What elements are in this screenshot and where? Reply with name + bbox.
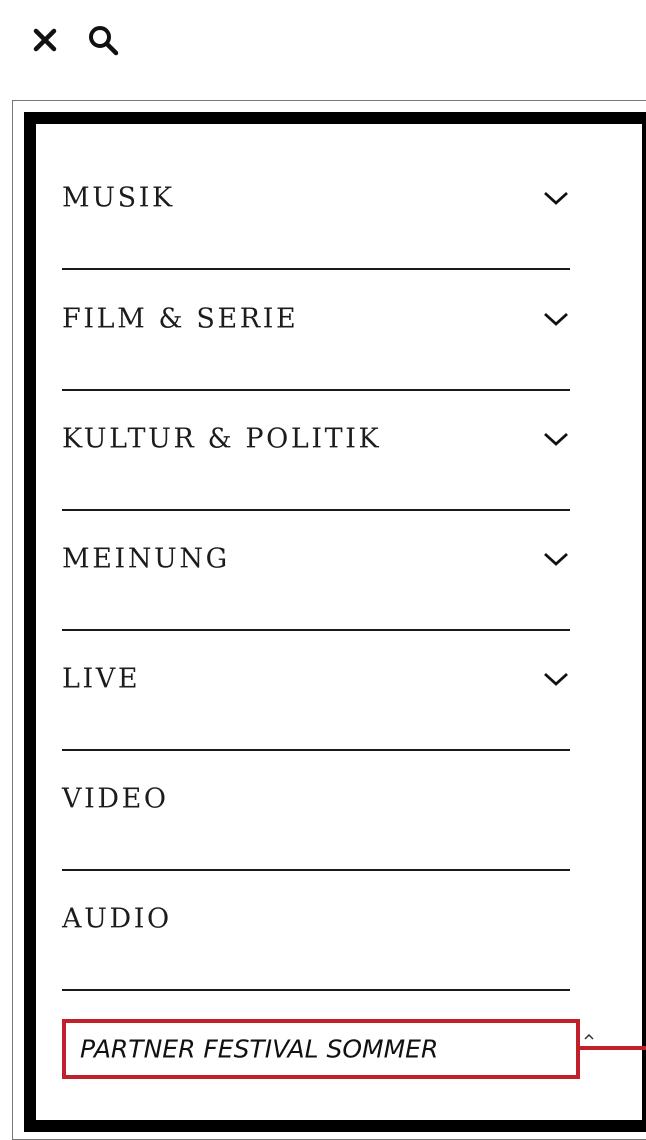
highlight-connector-line	[580, 1046, 646, 1050]
chevron-down-icon[interactable]	[542, 550, 570, 568]
search-icon[interactable]	[86, 23, 120, 57]
chevron-down-icon[interactable]	[542, 670, 570, 688]
chevron-down-icon[interactable]	[584, 1034, 594, 1040]
menu-item-meinung[interactable]: MEINUNG	[62, 489, 570, 631]
menu-item-partner-festival-sommer[interactable]: PARTNER FESTIVAL SOMMER	[62, 1019, 580, 1079]
menu-item-label: PARTNER FESTIVAL SOMMER	[80, 1034, 439, 1064]
menu-item-label: VIDEO	[62, 783, 169, 815]
menu-item-kultur-politik[interactable]: KULTUR & POLITIK	[62, 369, 570, 511]
menu-item-label: LIVE	[62, 663, 141, 695]
close-icon[interactable]	[28, 23, 62, 57]
chevron-down-icon[interactable]	[542, 189, 570, 207]
menu-item-label: MUSIK	[62, 182, 175, 214]
menu-item-label: MEINUNG	[62, 543, 230, 575]
chevron-down-icon[interactable]	[542, 430, 570, 448]
menu-item-label: KULTUR & POLITIK	[62, 423, 382, 455]
menu-item-label: FILM & SERIE	[62, 303, 299, 335]
menu-divider	[62, 989, 570, 991]
menu-item-audio[interactable]: AUDIO	[62, 849, 570, 991]
top-bar	[28, 18, 120, 62]
chevron-down-icon[interactable]	[542, 310, 570, 328]
menu-item-film-serie[interactable]: FILM & SERIE	[62, 249, 570, 391]
menu-item-musik[interactable]: MUSIK	[62, 128, 570, 270]
menu-item-video[interactable]: VIDEO	[62, 729, 570, 871]
menu-item-live[interactable]: LIVE	[62, 609, 570, 751]
menu-item-label: AUDIO	[62, 903, 172, 935]
